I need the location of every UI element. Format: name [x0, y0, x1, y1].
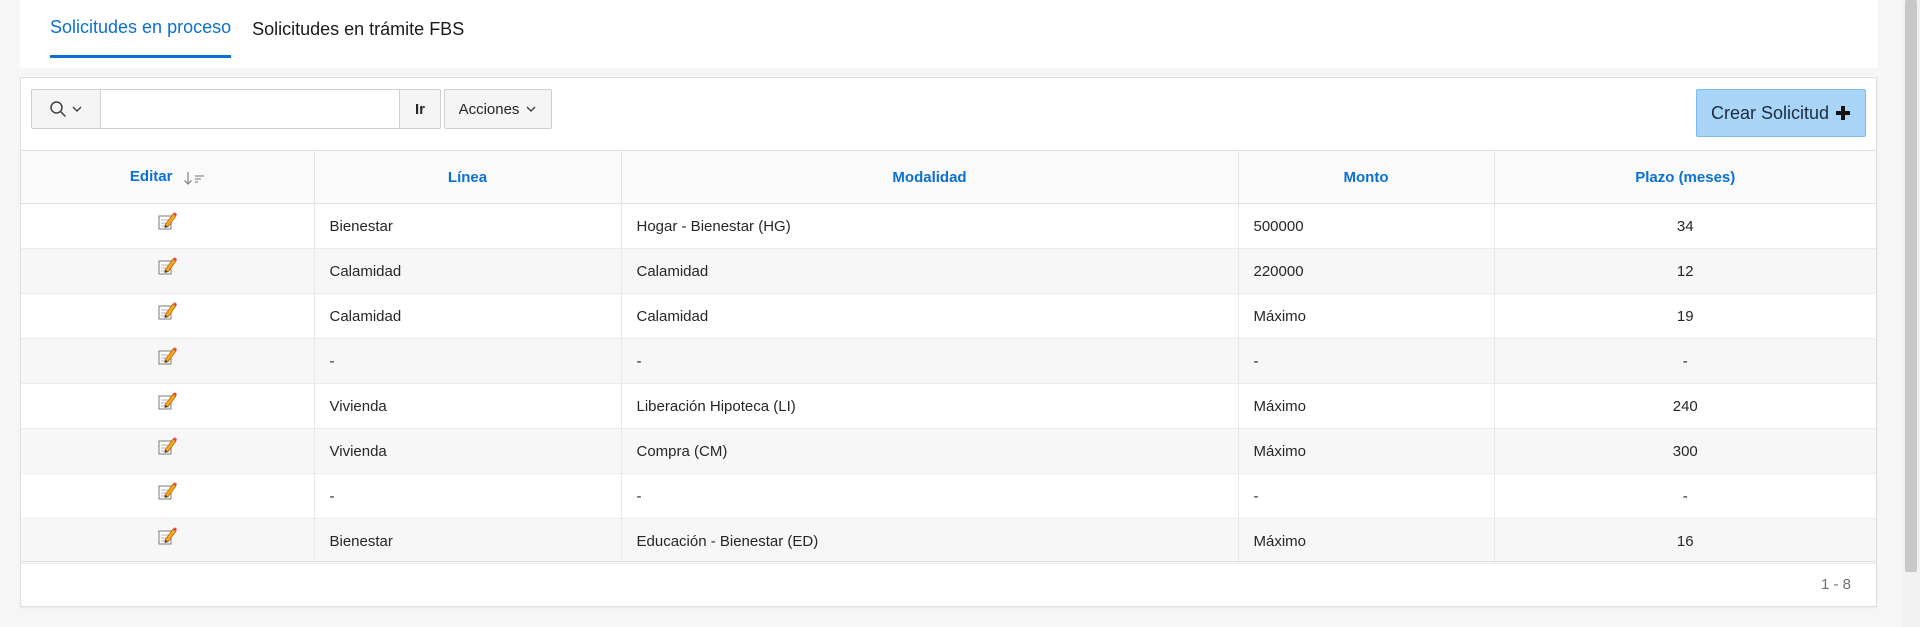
- report-toolbar: Ir Acciones Crear Solicitud: [21, 78, 1876, 151]
- column-header-linea[interactable]: Línea: [314, 151, 622, 204]
- cell-modalidad: Calamidad: [621, 293, 1239, 339]
- tab-bar: Solicitudes en proceso Solicitudes en tr…: [50, 0, 464, 60]
- cell-modalidad: Hogar - Bienestar (HG): [621, 203, 1239, 249]
- actions-menu-button[interactable]: Acciones: [444, 89, 552, 129]
- cell-linea: Bienestar: [314, 203, 622, 249]
- edit-cell: [21, 248, 315, 294]
- cell-plazo: 300: [1494, 428, 1876, 474]
- table-body: Bienestar Hogar - Bienestar (HG) 500000 34 C…: [21, 203, 1876, 564]
- search-column-button[interactable]: [31, 89, 101, 129]
- cell-plazo: 34: [1494, 203, 1876, 249]
- cell-plazo: 240: [1494, 383, 1876, 429]
- crear-solicitud-button[interactable]: Crear Solicitud: [1696, 89, 1866, 137]
- cell-modalidad: Compra (CM): [621, 428, 1239, 474]
- vertical-scrollbar[interactable]: [1902, 0, 1920, 627]
- edit-link[interactable]: [157, 392, 178, 418]
- cell-monto: -: [1238, 338, 1495, 384]
- edit-pencil-icon: [158, 302, 178, 320]
- cell-monto: -: [1238, 473, 1495, 519]
- edit-cell: [21, 203, 315, 249]
- edit-cell: [21, 428, 315, 474]
- cell-plazo: 12: [1494, 248, 1876, 294]
- tabs-region: Solicitudes en proceso Solicitudes en tr…: [20, 0, 1878, 68]
- column-header-label: Editar: [129, 168, 173, 186]
- table-row: ----: [21, 338, 1876, 384]
- pagination-range: 1 - 8: [1820, 575, 1851, 593]
- cell-modalidad: Educación - Bienestar (ED): [621, 518, 1239, 564]
- table-row: ----: [21, 473, 1876, 519]
- edit-cell: [21, 473, 315, 519]
- search-input[interactable]: [101, 89, 399, 129]
- edit-link[interactable]: [157, 482, 178, 508]
- cell-plazo: -: [1494, 473, 1876, 519]
- edit-pencil-icon: [158, 347, 178, 365]
- edit-cell: [21, 293, 315, 339]
- page: Solicitudes en proceso Solicitudes en tr…: [0, 0, 1920, 627]
- column-header-modalidad[interactable]: Modalidad: [621, 151, 1239, 204]
- cell-monto: Máximo: [1238, 293, 1495, 339]
- table-row: Calamidad Calamidad Máximo 19: [21, 293, 1876, 339]
- edit-pencil-icon: [158, 392, 178, 410]
- cell-plazo: 19: [1494, 293, 1876, 339]
- report-table: Editar Línea Modalidad Monto Plazo (mese…: [21, 151, 1876, 564]
- cell-linea: Vivienda: [314, 383, 622, 429]
- edit-pencil-icon: [158, 527, 178, 545]
- actions-label: Acciones: [458, 100, 520, 118]
- edit-pencil-icon: [158, 212, 178, 230]
- sort-descending-icon: [183, 171, 204, 185]
- tab-solicitudes-en-tramite-fbs[interactable]: Solicitudes en trámite FBS: [252, 0, 464, 58]
- cell-plazo: -: [1494, 338, 1876, 384]
- edit-pencil-icon: [158, 437, 178, 455]
- crear-solicitud-label: Crear Solicitud: [1710, 102, 1830, 123]
- cell-monto: 500000: [1238, 203, 1495, 249]
- table-row: Vivienda Compra (CM) Máximo 300: [21, 428, 1876, 474]
- cell-modalidad: -: [621, 338, 1239, 384]
- interactive-report: Ir Acciones Crear Solicitud Editar Línea…: [20, 77, 1877, 607]
- chevron-down-icon: [526, 106, 536, 112]
- table-header-row: Editar Línea Modalidad Monto Plazo (mese…: [21, 151, 1876, 204]
- cell-modalidad: Liberación Hipoteca (LI): [621, 383, 1239, 429]
- search-icon: [50, 101, 66, 117]
- edit-pencil-icon: [158, 482, 178, 500]
- cell-linea: Vivienda: [314, 428, 622, 474]
- tab-solicitudes-en-proceso[interactable]: Solicitudes en proceso: [50, 0, 232, 58]
- plus-icon: [1836, 106, 1851, 120]
- edit-pencil-icon: [158, 257, 178, 275]
- cell-linea: -: [314, 338, 622, 384]
- cell-monto: 220000: [1238, 248, 1495, 294]
- edit-link[interactable]: [157, 212, 178, 238]
- edit-link[interactable]: [157, 527, 178, 553]
- pagination-footer: 1 - 8: [21, 561, 1876, 606]
- cell-linea: -: [314, 473, 622, 519]
- cell-monto: Máximo: [1238, 383, 1495, 429]
- table-row: Bienestar Educación - Bienestar (ED) Máxim…: [21, 518, 1876, 564]
- cell-monto: Máximo: [1238, 518, 1495, 564]
- cell-plazo: 16: [1494, 518, 1876, 564]
- edit-link[interactable]: [157, 302, 178, 328]
- scrollbar-thumb[interactable]: [1905, 0, 1917, 572]
- cell-modalidad: Calamidad: [621, 248, 1239, 294]
- chevron-down-icon: [72, 106, 82, 112]
- column-header-monto[interactable]: Monto: [1238, 151, 1495, 204]
- cell-monto: Máximo: [1238, 428, 1495, 474]
- cell-linea: Calamidad: [314, 248, 622, 294]
- edit-cell: [21, 383, 315, 429]
- table-row: Calamidad Calamidad 220000 12: [21, 248, 1876, 294]
- edit-cell: [21, 338, 315, 384]
- cell-linea: Bienestar: [314, 518, 622, 564]
- go-button[interactable]: Ir: [399, 89, 441, 129]
- search-group: Ir: [31, 89, 441, 129]
- column-header-editar[interactable]: Editar: [21, 151, 315, 204]
- edit-link[interactable]: [157, 347, 178, 373]
- column-header-plazo[interactable]: Plazo (meses): [1494, 151, 1876, 204]
- edit-link[interactable]: [157, 257, 178, 283]
- edit-cell: [21, 518, 315, 564]
- cell-modalidad: -: [621, 473, 1239, 519]
- table-row: Bienestar Hogar - Bienestar (HG) 500000 34: [21, 203, 1876, 249]
- cell-linea: Calamidad: [314, 293, 622, 339]
- table-row: Vivienda Liberación Hipoteca (LI) Máximo 24…: [21, 383, 1876, 429]
- edit-link[interactable]: [157, 437, 178, 463]
